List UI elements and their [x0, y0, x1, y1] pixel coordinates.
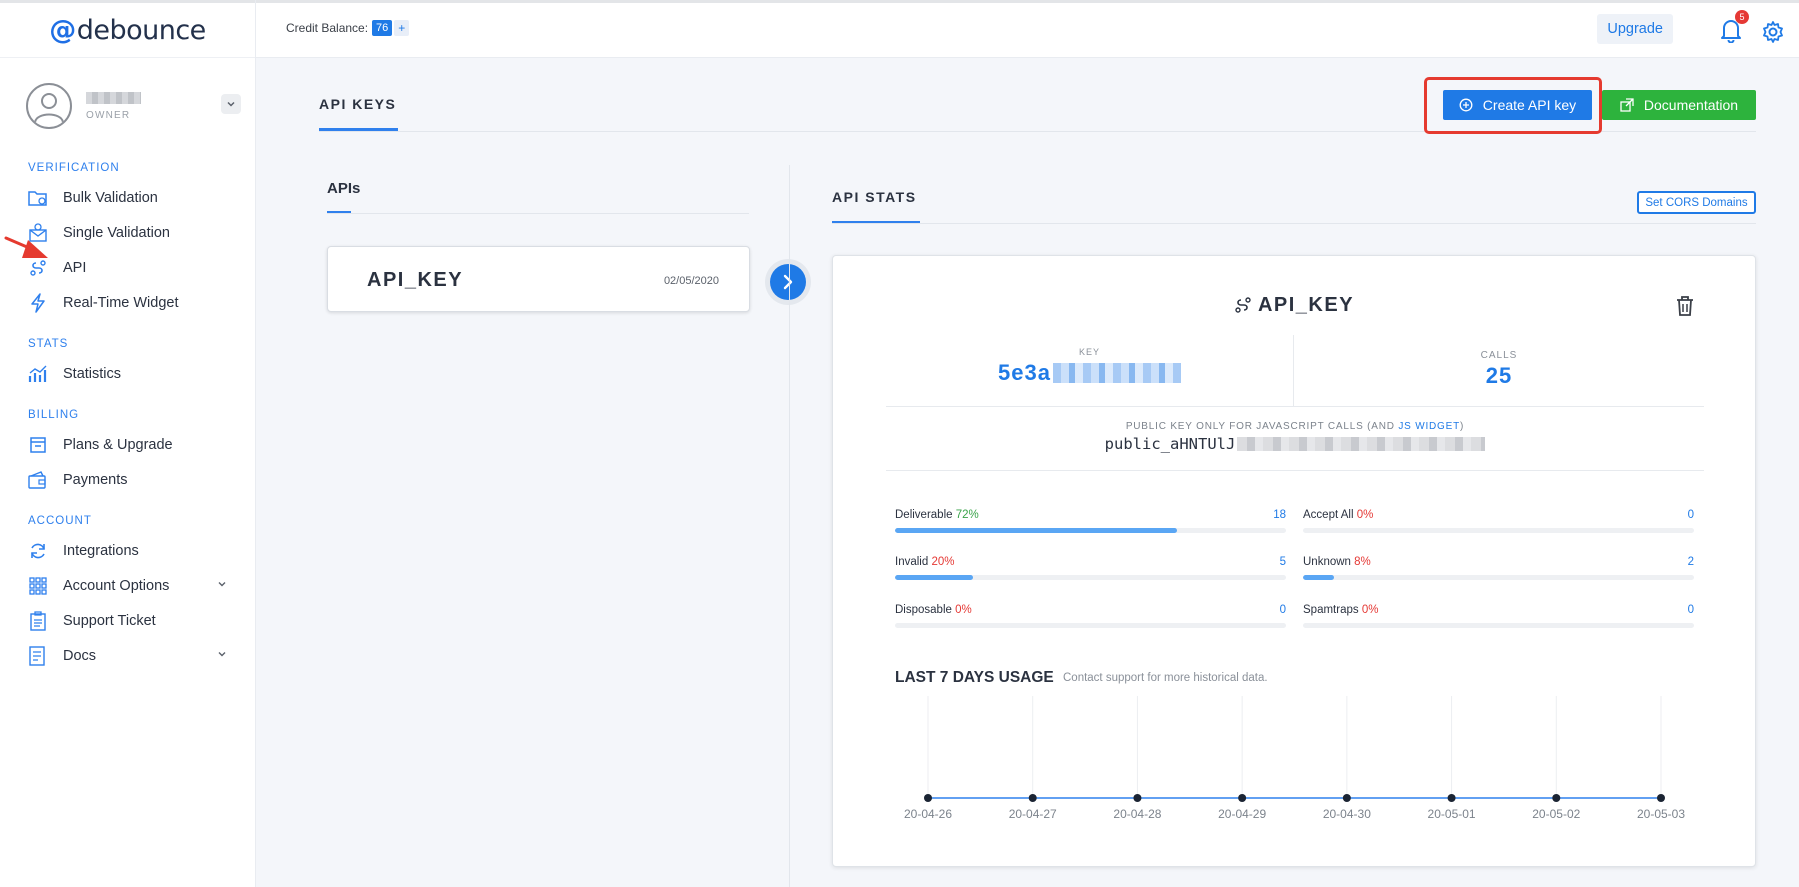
wallet-icon [28, 470, 48, 490]
column-divider [789, 165, 790, 887]
avatar[interactable] [26, 83, 72, 129]
chart-x-tick-label: 20-04-30 [1323, 807, 1371, 821]
chart-point [1657, 794, 1665, 802]
sidebar-item-real-time-widget[interactable]: Real-Time Widget [0, 285, 255, 320]
chart-point [1133, 794, 1142, 802]
notification-badge: 5 [1735, 10, 1749, 24]
nav-section-billing: BILLING [28, 409, 80, 421]
chevron-right-icon [783, 274, 793, 290]
document-icon [28, 645, 48, 666]
upgrade-button[interactable]: Upgrade [1597, 14, 1673, 44]
refresh-icon [28, 541, 48, 561]
credit-value: 76 [372, 20, 393, 36]
sidebar-item-payments[interactable]: Payments [0, 462, 255, 497]
chart-point [924, 794, 932, 802]
chart-x-tick-label: 20-04-29 [1218, 807, 1266, 821]
api-key-name: API_KEY [367, 269, 464, 291]
documentation-button[interactable]: Documentation [1602, 90, 1756, 120]
set-cors-domains-button[interactable]: Set CORS Domains [1637, 191, 1756, 214]
sidebar-item-label: Integrations [63, 542, 139, 559]
api-key-date: 02/05/2020 [663, 275, 719, 287]
chevron-down-icon [227, 101, 235, 107]
tab-api-keys[interactable]: API KEYS [319, 96, 396, 112]
api-stats-divider [832, 223, 1756, 224]
chart-point [1447, 794, 1456, 802]
nav-section-stats: STATS [28, 338, 69, 350]
settings-button[interactable] [1761, 20, 1785, 49]
nav-section-verification: VERIFICATION [28, 162, 120, 174]
sidebar-item-label: Single Validation [63, 224, 170, 241]
chart-point [1552, 794, 1561, 802]
clipboard-icon [28, 610, 48, 631]
sidebar-item-statistics[interactable]: Statistics [0, 356, 255, 391]
sidebar-item-label: Account Options [63, 577, 170, 594]
sidebar-item-plans-upgrade[interactable]: Plans & Upgrade [0, 427, 255, 462]
gear-icon [1763, 21, 1783, 43]
grid-icon [28, 576, 48, 596]
apis-heading: APIs [327, 180, 361, 197]
sidebar: @debounce OWNER VERIFICATION Bulk Valida… [0, 0, 256, 887]
bar-chart-icon [28, 364, 48, 384]
sidebar-item-support-ticket[interactable]: Support Ticket [0, 603, 255, 638]
chart-point [1238, 794, 1247, 802]
add-credits-button[interactable]: + [394, 20, 410, 36]
usage-line-chart: 20-04-26 20-04-27 20-04-28 20-04-29 20-04-30… [904, 696, 1685, 821]
credit-label: Credit Balance: [286, 21, 369, 35]
chart-x-tick-label: 20-05-03 [1637, 807, 1685, 821]
logo-at: @ [49, 14, 76, 46]
chevron-down-icon [218, 652, 226, 657]
documentation-label: Documentation [1643, 97, 1739, 113]
user-profile: OWNER [0, 68, 255, 144]
sidebar-item-docs[interactable]: Docs [0, 638, 255, 673]
sidebar-item-bulk-validation[interactable]: Bulk Validation [0, 180, 255, 215]
sidebar-item-label: Statistics [63, 365, 122, 382]
box-icon [28, 435, 48, 455]
plus-circle-icon [1459, 98, 1473, 112]
user-role: OWNER [86, 109, 131, 121]
chart-x-tick-label: 20-04-27 [1009, 807, 1057, 821]
user-name-redacted [86, 91, 141, 104]
chart-point [1028, 794, 1037, 802]
api-stats-heading: API STATS [832, 189, 917, 205]
create-api-key-button[interactable]: Create API key [1443, 90, 1592, 120]
api-stats-card: API_KEY KEY 5e3a CALLS 25 PUBLIC KEY ONL… [832, 255, 1756, 867]
sidebar-item-label: Docs [63, 647, 97, 664]
logo-text: debounce [76, 14, 207, 46]
sidebar-item-label: Support Ticket [63, 612, 156, 629]
nav-section-account: ACCOUNT [28, 515, 92, 527]
apis-divider [327, 213, 749, 214]
sidebar-item-label: Bulk Validation [63, 189, 158, 206]
chart-x-tick-label: 20-04-28 [1113, 807, 1161, 821]
api-key-card[interactable]: API_KEY 02/05/2020 [327, 246, 750, 312]
chart-x-tick-label: 20-04-26 [904, 807, 952, 821]
chart-x-tick-label: 20-05-02 [1532, 807, 1580, 821]
create-api-key-label: Create API key [1482, 97, 1577, 113]
sidebar-item-label: Plans & Upgrade [63, 436, 173, 453]
topbar: Credit Balance: 76 + Upgrade 5 [256, 0, 1799, 58]
external-link-icon [1620, 98, 1634, 112]
sidebar-item-account-options[interactable]: Account Options [0, 568, 255, 603]
user-menu-toggle[interactable] [221, 94, 241, 114]
sidebar-item-label: Real-Time Widget [63, 294, 179, 311]
bulk-folder-icon [28, 188, 48, 208]
chevron-down-icon [218, 582, 226, 587]
sidebar-item-label: API [63, 259, 87, 276]
lightning-icon [28, 292, 48, 313]
brand-logo[interactable]: @debounce [0, 0, 255, 58]
sidebar-item-label: Payments [63, 471, 128, 488]
chart-point [1342, 794, 1351, 802]
chart-x-tick-label: 20-05-01 [1428, 807, 1476, 821]
annotation-arrow-icon [4, 236, 48, 258]
notifications-button[interactable]: 5 [1719, 10, 1749, 48]
open-api-key-button[interactable] [765, 259, 811, 305]
credit-balance: Credit Balance: 76 + [286, 20, 410, 36]
sidebar-item-integrations[interactable]: Integrations [0, 533, 255, 568]
